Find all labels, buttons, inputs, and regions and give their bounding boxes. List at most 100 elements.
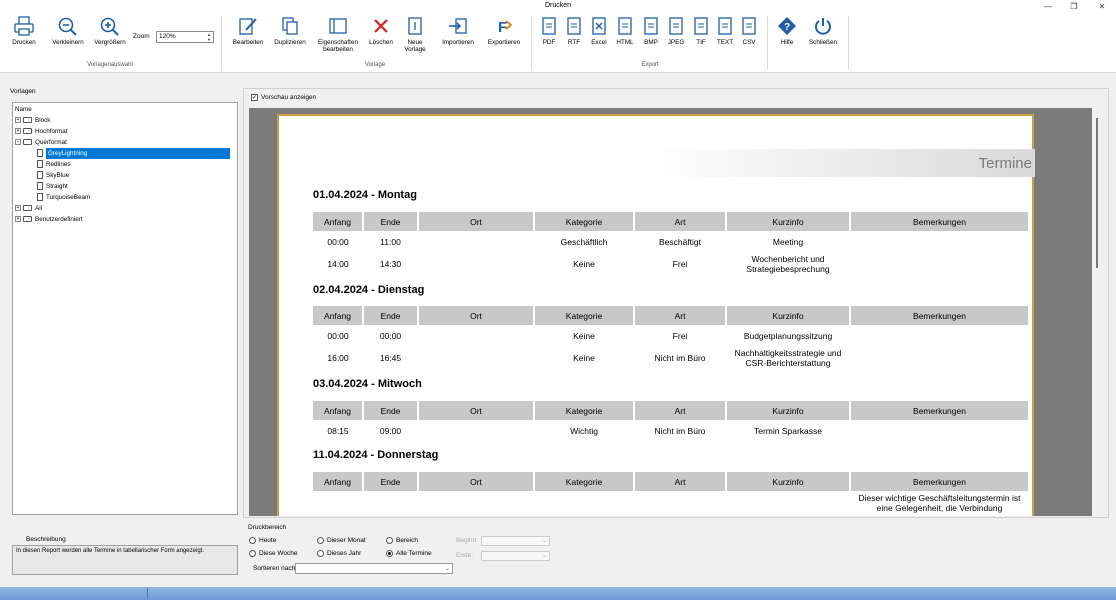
tree-item-turquoisebeam[interactable]: TurquoiseBeam bbox=[15, 192, 235, 203]
bearbeiten-button[interactable]: Bearbeiten bbox=[229, 16, 267, 46]
export-html-button[interactable]: HTML bbox=[614, 16, 636, 46]
importieren-button[interactable]: Importieren bbox=[437, 16, 479, 46]
tree-item-straight[interactable]: Straight bbox=[15, 181, 235, 192]
tree-item-benutzerdefiniert[interactable]: + Benutzerdefiniert bbox=[15, 214, 235, 225]
table-cell: Nicht im Büro bbox=[654, 425, 706, 436]
appointments-table: Anfang Ende Ort Kategorie Art Kurzinfo Bemerku… bbox=[313, 212, 1030, 276]
table-cell bbox=[363, 491, 418, 515]
export-rtf-button[interactable]: RTF bbox=[563, 16, 585, 46]
svg-text:?: ? bbox=[784, 22, 790, 33]
table-cell bbox=[850, 420, 1029, 441]
expand-icon[interactable]: + bbox=[15, 117, 21, 124]
vergroessern-label: Vergrößern bbox=[94, 39, 126, 46]
radio-circle[interactable] bbox=[317, 550, 324, 557]
vorschau-checkbox-row[interactable]: ✓ Vorschau anzeigen bbox=[251, 94, 316, 101]
ende-combo[interactable]: ⌄ bbox=[481, 551, 550, 561]
col-header: Art bbox=[634, 472, 727, 491]
vorschau-checkbox[interactable]: ✓ bbox=[251, 94, 258, 101]
radio-alle-termine[interactable]: Alle Termine bbox=[386, 550, 432, 557]
radio-heute[interactable]: Heute bbox=[249, 537, 276, 544]
tree-item-block[interactable]: + Block bbox=[15, 115, 235, 126]
tree-item-skyblue[interactable]: SkyBlue bbox=[15, 170, 235, 181]
loeschen-button[interactable]: Löschen bbox=[366, 16, 396, 46]
tree-item-redlines[interactable]: Redlines bbox=[15, 159, 235, 170]
vergroessern-button[interactable]: Vergrößern bbox=[92, 16, 128, 46]
export-jpeg-button[interactable]: JPEG bbox=[665, 16, 687, 46]
table-cell bbox=[418, 231, 534, 252]
beginn-label: Beginn: bbox=[456, 537, 479, 544]
table-row: 08:15 09:00 Wichtig Nicht im Büro Termin Spa… bbox=[313, 420, 1029, 441]
sortieren-label: Sortieren nach: bbox=[253, 565, 298, 572]
eigenschaften-button[interactable]: Eigenschaften bearbeiten bbox=[314, 16, 362, 53]
duplizieren-button[interactable]: Duplizieren bbox=[270, 16, 310, 46]
hilfe-button[interactable]: ? Hilfe bbox=[775, 16, 799, 46]
close-window-button[interactable]: ✕ bbox=[1090, 0, 1114, 13]
export-pdf-button[interactable]: PDF bbox=[538, 16, 560, 46]
folder-icon bbox=[23, 205, 32, 212]
preview-area: ✓ Vorschau anzeigen Termine 01.04.2024 - … bbox=[243, 88, 1109, 518]
radio-label: Dieses Jahr bbox=[327, 550, 362, 558]
bearbeiten-label: Bearbeiten bbox=[232, 39, 264, 46]
export-csv-button[interactable]: CSV bbox=[738, 16, 760, 46]
zoom-input[interactable]: 120% ▲ ▼ bbox=[156, 31, 214, 43]
radio-circle[interactable] bbox=[317, 537, 324, 544]
minimize-button[interactable]: — bbox=[1036, 0, 1060, 13]
radio-circle[interactable] bbox=[386, 537, 393, 544]
folder-icon bbox=[23, 117, 32, 124]
schliessen-button[interactable]: Schließen bbox=[805, 16, 841, 46]
radio-diese-woche[interactable]: Diese Woche bbox=[249, 550, 298, 557]
restore-button[interactable]: ❐ bbox=[1062, 0, 1086, 13]
tree-item-hochformat[interactable]: + Hochformat bbox=[15, 126, 235, 137]
collapse-icon[interactable]: − bbox=[15, 139, 21, 146]
excel-file-icon bbox=[592, 17, 606, 35]
jpeg-file-icon bbox=[669, 17, 683, 35]
verkleinern-button[interactable]: Verkleinern bbox=[49, 16, 87, 46]
radio-label: Heute bbox=[259, 537, 277, 545]
table-cell: Dieser wichtige Geschäftsleitungstermin … bbox=[858, 493, 1021, 513]
beginn-combo[interactable]: ⌄ bbox=[481, 536, 550, 546]
tree-item-greylightning[interactable]: GreyLightning bbox=[15, 148, 235, 159]
vorlagen-tree[interactable]: Name + Block + Hochformat − Querformat Grey… bbox=[12, 102, 238, 515]
exportieren-button[interactable]: F Exportieren bbox=[483, 16, 525, 46]
sortieren-combo[interactable]: ⌄ bbox=[295, 563, 453, 574]
scrollbar-thumb[interactable] bbox=[1096, 118, 1098, 268]
radio-circle[interactable] bbox=[249, 537, 256, 544]
export-bmp-button[interactable]: BMP bbox=[640, 16, 662, 46]
schliessen-label: Schließen bbox=[808, 39, 837, 46]
separator bbox=[531, 16, 532, 70]
expand-icon[interactable]: + bbox=[15, 128, 21, 135]
col-header: Ort bbox=[418, 212, 535, 231]
col-header: Art bbox=[634, 401, 727, 420]
tree-item-querformat[interactable]: − Querformat bbox=[15, 137, 235, 148]
tree-item-label: Redlines bbox=[46, 161, 71, 168]
preview-scrollbar[interactable] bbox=[1092, 108, 1105, 516]
radio-bereich[interactable]: Bereich bbox=[386, 537, 418, 544]
radio-circle[interactable] bbox=[249, 550, 256, 557]
expand-icon[interactable]: + bbox=[15, 216, 21, 223]
col-header: Art bbox=[634, 212, 727, 231]
table-cell bbox=[418, 491, 534, 515]
export-text-button[interactable]: TEXT bbox=[714, 16, 736, 46]
neue-vorlage-button[interactable]: Neue Vorlage bbox=[400, 16, 430, 53]
zoom-spinner[interactable]: ▲ ▼ bbox=[205, 32, 213, 42]
export-excel-button[interactable]: Excel bbox=[588, 16, 610, 46]
export-tif-button[interactable]: TIF bbox=[690, 16, 712, 46]
table-cell bbox=[418, 325, 534, 346]
drucken-button[interactable]: Drucken bbox=[8, 16, 40, 46]
document-icon bbox=[37, 160, 43, 169]
radio-dieser-monat[interactable]: Dieser Monat bbox=[317, 537, 366, 544]
group-vorlagenauswahl: Vorlagenauswahl bbox=[87, 62, 133, 68]
chevron-down-icon: ⌄ bbox=[444, 566, 450, 572]
exportieren-label: Exportieren bbox=[487, 39, 521, 46]
radio-label: Alle Termine bbox=[396, 550, 432, 558]
zoom-in-icon bbox=[100, 17, 119, 36]
table-cell bbox=[418, 346, 534, 370]
html-label: HTML bbox=[616, 39, 634, 46]
tree-item-all[interactable]: + All bbox=[15, 203, 235, 214]
radio-circle-selected[interactable] bbox=[386, 550, 393, 557]
preview-frame[interactable]: Termine 01.04.2024 - Montag Anfang Ende Or… bbox=[249, 108, 1092, 516]
expand-icon[interactable]: + bbox=[15, 205, 21, 212]
status-divider bbox=[147, 588, 148, 599]
radio-dieses-jahr[interactable]: Dieses Jahr bbox=[317, 550, 361, 557]
import-icon bbox=[449, 18, 467, 34]
